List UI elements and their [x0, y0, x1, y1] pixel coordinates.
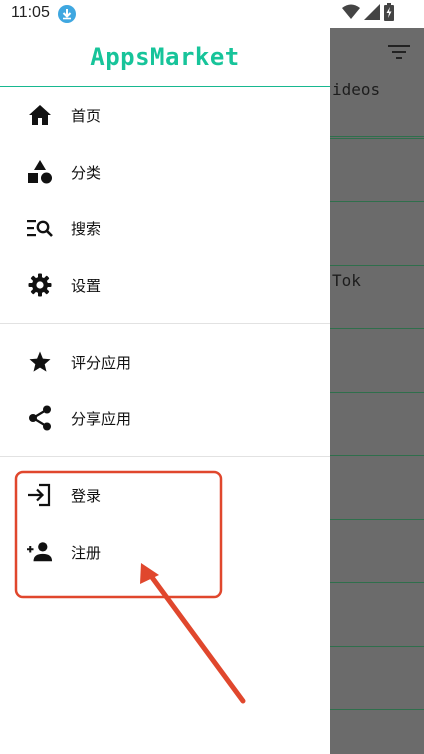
login-icon	[27, 482, 53, 508]
add-person-icon	[27, 539, 53, 565]
list-item-title: ideos	[332, 80, 381, 99]
menu-item-home[interactable]: 首页	[0, 87, 330, 143]
download-icon	[58, 5, 76, 23]
status-icons	[342, 3, 394, 25]
navigation-drawer: AppsMarket 首页 分类 搜索 设置 评分应用 分享应用 登录 注册	[0, 28, 330, 754]
screen: 11:05 ideos Tok AppsMarket 首页 分类 搜索 设置 评…	[0, 0, 424, 754]
star-icon	[27, 349, 53, 375]
category-icon	[27, 159, 53, 185]
menu-item-share-app[interactable]: 分享应用	[0, 390, 330, 446]
menu-label-register: 注册	[71, 543, 102, 562]
home-icon	[27, 102, 53, 128]
signal-icon	[364, 4, 380, 24]
list-item-title: Tok	[332, 270, 361, 290]
menu-item-category[interactable]: 分类	[0, 144, 330, 200]
menu-divider	[0, 456, 330, 457]
gear-icon	[27, 272, 53, 298]
status-bar: 11:05	[0, 0, 424, 28]
menu-item-register[interactable]: 注册	[0, 524, 330, 580]
menu-item-rate-app[interactable]: 评分应用	[0, 334, 330, 390]
menu-item-login[interactable]: 登录	[0, 467, 330, 523]
wifi-icon	[342, 4, 360, 24]
menu-item-settings[interactable]: 设置	[0, 257, 330, 313]
menu-label-search: 搜索	[71, 219, 102, 238]
menu-item-search[interactable]: 搜索	[0, 200, 330, 256]
menu-label-share-app: 分享应用	[71, 409, 132, 428]
menu-label-settings: 设置	[71, 276, 102, 295]
menu-label-category: 分类	[71, 163, 102, 182]
share-icon	[27, 405, 53, 431]
status-time: 11:05	[11, 4, 50, 21]
drawer-header: AppsMarket	[0, 28, 330, 87]
search-list-icon	[27, 215, 53, 241]
menu-label-rate-app: 评分应用	[71, 353, 132, 372]
app-title: AppsMarket	[90, 43, 240, 71]
menu-label-home: 首页	[71, 106, 102, 125]
menu-divider	[0, 323, 330, 324]
battery-charging-icon	[384, 3, 394, 25]
menu-label-login: 登录	[71, 486, 102, 505]
